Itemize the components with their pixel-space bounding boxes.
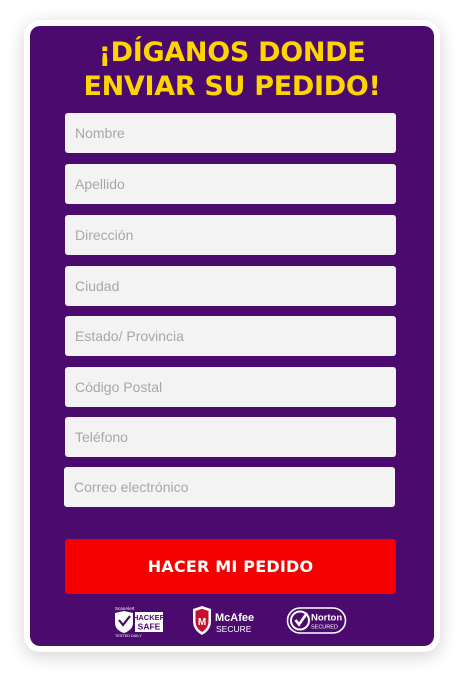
first-name-field[interactable] <box>65 113 396 153</box>
place-order-button[interactable]: HACER MI PEDIDO <box>65 539 396 594</box>
email-field[interactable] <box>64 467 395 507</box>
trust-badges: ScanAlert HACKER SAFE TESTED DAILY M McA… <box>30 604 434 638</box>
norton-check-icon <box>294 612 309 627</box>
address-field[interactable] <box>65 215 396 255</box>
phone-field[interactable] <box>65 417 396 457</box>
mcafee-sub-text: SECURE <box>216 624 252 634</box>
norton-brand-text: Norton <box>311 613 342 624</box>
form-headline: ¡DÍGANOS DONDE ENVIAR SU PEDIDO! <box>30 36 434 104</box>
hacker-safe-badge: ScanAlert HACKER SAFE TESTED DAILY <box>115 606 166 638</box>
mcafee-m-letter: M <box>198 617 206 628</box>
city-field[interactable] <box>65 266 396 306</box>
last-name-field[interactable] <box>65 164 396 204</box>
headline-line-1: ¡DÍGANOS DONDE <box>98 37 366 68</box>
headline-line-2: ENVIAR SU PEDIDO! <box>83 71 381 102</box>
norton-sub-text: SECURED <box>311 625 338 631</box>
hacker-safe-line-2: SAFE <box>138 622 161 632</box>
state-province-field[interactable] <box>65 316 396 356</box>
postal-code-field[interactable] <box>65 367 396 407</box>
norton-secured-badge: Norton SECURED <box>286 607 347 634</box>
hacker-safe-top-text: ScanAlert <box>115 606 135 611</box>
mcafee-brand-text: McAfee <box>215 612 254 624</box>
mcafee-secure-badge: M McAfee SECURE <box>193 606 254 635</box>
hacker-safe-bottom-text: TESTED DAILY <box>115 634 142 638</box>
